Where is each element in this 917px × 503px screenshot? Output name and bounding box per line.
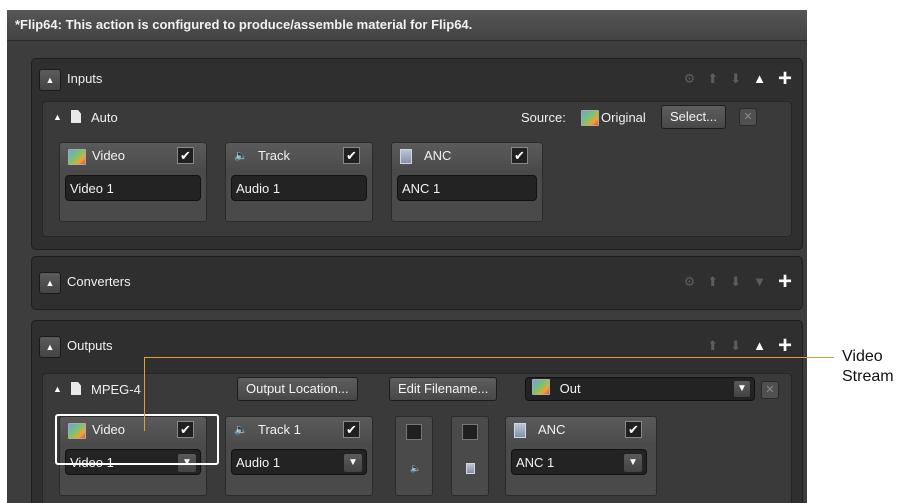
chevron-down-icon[interactable]: ▼ — [733, 380, 751, 398]
outputs-collapse-button[interactable]: ▲ — [39, 336, 61, 358]
speaker-icon: 🔈 — [410, 463, 422, 473]
outputs-header: ▲ Outputs ⬆ ⬇ ▲ + — [32, 321, 802, 361]
stream-select[interactable]: Audio 1 ▼ — [231, 449, 367, 475]
output-location-button[interactable]: Output Location... — [237, 377, 358, 401]
input-stream-anc: ANC ✔ ANC 1 — [391, 142, 543, 222]
add-output-icon[interactable]: + — [778, 334, 792, 358]
stream-checkbox[interactable]: ✔ — [343, 421, 360, 438]
converters-collapse-button[interactable]: ▲ — [39, 272, 61, 294]
converters-header: ▲ Converters ⚙ ⬆ ⬇ ▼ + — [32, 257, 802, 297]
film-icon — [68, 149, 86, 165]
inputs-title: Inputs — [67, 71, 103, 86]
callout-line-2: Stream — [842, 368, 894, 385]
stream-label: ANC — [538, 422, 566, 437]
input-stream-track: 🔈 Track ✔ Audio 1 — [225, 142, 373, 222]
film-icon — [581, 110, 599, 126]
inputs-toolbar: ⚙ ⬆ ⬇ ▲ + — [684, 67, 792, 91]
input-stream-video: Video ✔ Video 1 — [59, 142, 207, 222]
callout-line-1: Video — [842, 348, 883, 365]
file-icon — [71, 110, 81, 123]
destination-select[interactable]: Out ▼ — [525, 377, 755, 401]
chevron-down-icon[interactable]: ▼ — [623, 453, 643, 473]
stream-checkbox[interactable] — [406, 424, 422, 440]
remove-source-button[interactable]: ✕ — [739, 108, 757, 126]
anc-icon — [514, 423, 526, 438]
move-up-icon[interactable]: ⬆ — [707, 272, 718, 292]
converters-toolbar: ⚙ ⬆ ⬇ ▼ + — [684, 270, 792, 294]
stream-name-field[interactable]: ANC 1 — [397, 175, 537, 201]
output-stream-disabled-anc — [451, 416, 489, 496]
callout-leader-drop — [144, 357, 145, 431]
inputs-collapse-button[interactable]: ▲ — [39, 69, 61, 91]
stream-name-field[interactable]: Video 1 — [65, 175, 201, 201]
gear-icon[interactable]: ⚙ — [684, 69, 696, 89]
expand-all-icon[interactable]: ▼ — [753, 272, 766, 292]
mpeg4-header: ▲ MPEG-4 Output Location... Edit Filenam… — [43, 374, 791, 406]
auto-source-header: ▲ Auto Source: Original Select... ✕ — [43, 102, 791, 134]
window-title: *Flip64: This action is configured to pr… — [15, 17, 473, 32]
inputs-panel: ▲ Inputs ⚙ ⬆ ⬇ ▲ + ▲ Auto Source: Origin… — [31, 58, 803, 250]
callout-label: Video Stream — [842, 347, 894, 387]
stream-checkbox[interactable] — [462, 424, 478, 440]
add-input-icon[interactable]: + — [778, 67, 792, 91]
source-label: Source: — [521, 110, 566, 125]
move-up-icon[interactable]: ⬆ — [707, 69, 718, 89]
stream-label: Track 1 — [258, 422, 301, 437]
output-stream-track-1: 🔈 Track 1 ✔ Audio 1 ▼ — [225, 416, 373, 496]
collapse-all-icon[interactable]: ▲ — [753, 336, 766, 356]
move-down-icon[interactable]: ⬇ — [730, 336, 741, 356]
speaker-icon: 🔈 — [234, 150, 248, 162]
film-icon — [532, 379, 550, 395]
destination-value: Out — [559, 381, 581, 396]
outputs-title: Outputs — [67, 338, 113, 353]
speaker-icon: 🔈 — [234, 424, 248, 436]
outputs-toolbar: ⬆ ⬇ ▲ + — [707, 334, 792, 358]
stream-checkbox[interactable]: ✔ — [343, 147, 360, 164]
output-stream-anc: ANC ✔ ANC 1 ▼ — [505, 416, 657, 496]
stream-label: Track — [258, 148, 291, 163]
chevron-down-icon[interactable]: ▼ — [343, 453, 363, 473]
move-up-icon[interactable]: ⬆ — [707, 336, 718, 356]
move-down-icon[interactable]: ⬇ — [730, 69, 741, 89]
collapse-all-icon[interactable]: ▲ — [753, 69, 766, 89]
stream-select-value: Audio 1 — [236, 455, 281, 470]
gear-icon[interactable]: ⚙ — [684, 272, 696, 292]
stream-label: Video — [92, 148, 126, 163]
file-icon — [71, 382, 81, 395]
mpeg4-title: MPEG-4 — [91, 382, 141, 397]
converters-title: Converters — [67, 274, 131, 289]
mpeg4-collapse-icon[interactable]: ▲ — [53, 384, 62, 394]
stream-checkbox[interactable]: ✔ — [511, 147, 528, 164]
converters-panel: ▲ Converters ⚙ ⬆ ⬇ ▼ + — [31, 256, 803, 310]
outputs-panel: ▲ Outputs ⬆ ⬇ ▲ + ▲ MPEG-4 Output Locati… — [31, 320, 803, 503]
stream-checkbox[interactable]: ✔ — [177, 147, 194, 164]
remove-output-button[interactable]: ✕ — [761, 381, 779, 399]
stream-name-field[interactable]: Audio 1 — [231, 175, 367, 201]
auto-collapse-icon[interactable]: ▲ — [53, 112, 62, 122]
stream-select[interactable]: ANC 1 ▼ — [511, 449, 647, 475]
anc-icon — [400, 149, 412, 164]
add-converter-icon[interactable]: + — [778, 270, 792, 294]
stream-label: ANC — [424, 148, 452, 163]
title-bar: *Flip64: This action is configured to pr… — [7, 10, 807, 41]
stream-checkbox[interactable]: ✔ — [625, 421, 642, 438]
callout-leader-line — [144, 357, 834, 358]
select-source-button[interactable]: Select... — [661, 105, 726, 129]
stream-select-value: ANC 1 — [516, 455, 555, 470]
inputs-header: ▲ Inputs ⚙ ⬆ ⬇ ▲ + — [32, 59, 802, 99]
edit-filename-button[interactable]: Edit Filename... — [389, 377, 498, 401]
move-down-icon[interactable]: ⬇ — [730, 272, 741, 292]
auto-source-group: ▲ Auto Source: Original Select... ✕ Vide… — [42, 101, 792, 237]
video-stream-highlight — [55, 414, 219, 465]
source-value: Original — [601, 110, 646, 125]
auto-title: Auto — [91, 110, 118, 125]
output-stream-disabled-audio: 🔈 — [395, 416, 433, 496]
anc-icon — [466, 463, 475, 474]
